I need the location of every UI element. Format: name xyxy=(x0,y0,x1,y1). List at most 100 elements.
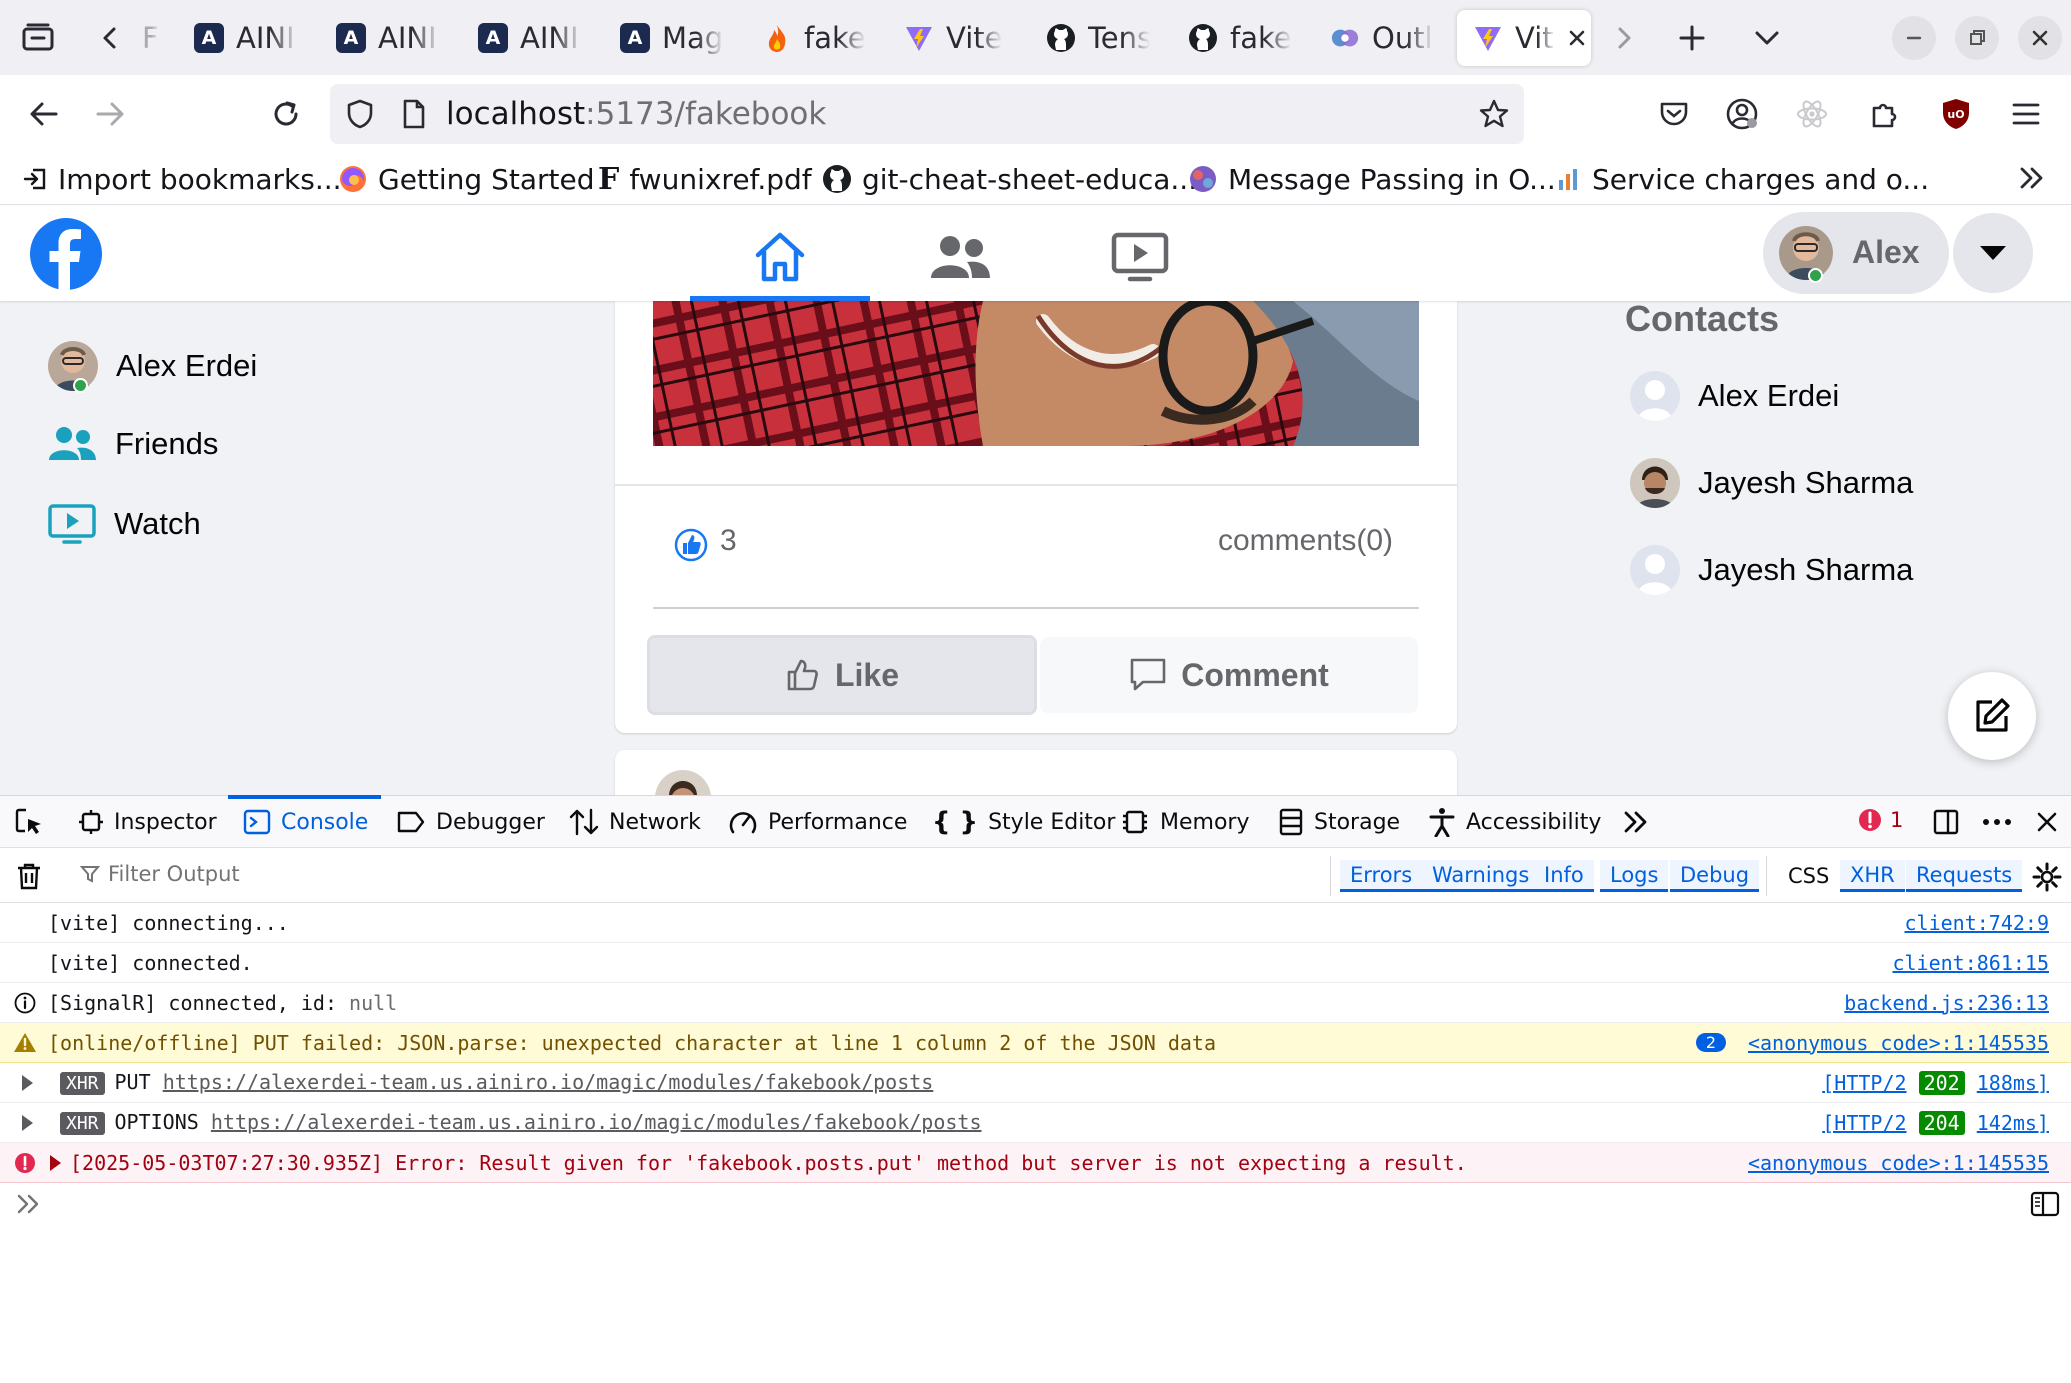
contact-item[interactable]: Jayesh Sharma xyxy=(1630,540,1913,600)
tab-2[interactable]: A AINIRO xyxy=(320,10,440,66)
tab-1[interactable]: A AINIRO xyxy=(178,10,298,66)
filter-debug[interactable]: Debug xyxy=(1670,860,1760,892)
facebook-logo[interactable] xyxy=(30,218,102,290)
console-settings-button[interactable] xyxy=(2032,862,2062,892)
bookmark-message-passing[interactable]: Message Passing in O... xyxy=(1188,160,1556,198)
account-menu-button[interactable] xyxy=(1953,213,2033,293)
extensions-icon[interactable] xyxy=(1864,94,1904,134)
tab-5[interactable]: fakebook xyxy=(746,10,866,66)
log-source-link[interactable]: <anonymous code>:1:145535 xyxy=(1748,1031,2049,1055)
filter-css[interactable]: CSS xyxy=(1778,860,1839,892)
console-message-xhr[interactable]: XHR OPTIONS https://alexerdei-team.us.ain… xyxy=(0,1103,2071,1143)
tab-memory[interactable]: Memory xyxy=(1120,796,1249,848)
restore-icon[interactable] xyxy=(1955,16,1999,60)
filter-output-input[interactable]: Filter Output xyxy=(80,862,240,886)
tab-debugger[interactable]: Debugger xyxy=(396,796,545,848)
dock-side-button[interactable] xyxy=(1932,796,1960,848)
list-all-tabs-icon[interactable] xyxy=(1745,16,1789,60)
console-message-log[interactable]: [vite] connecting... client:742:9 xyxy=(0,903,2071,943)
post-photo[interactable] xyxy=(653,301,1419,446)
close-devtools-button[interactable] xyxy=(2036,796,2058,848)
bookmark-git-cheat-sheet[interactable]: git-cheat-sheet-educa... xyxy=(822,160,1197,198)
tab-3[interactable]: A AINIRO xyxy=(462,10,582,66)
expand-triangle-icon[interactable] xyxy=(22,1115,33,1131)
tab-6[interactable]: Vite xyxy=(888,10,1008,66)
sidebar-item-friends[interactable]: Friends xyxy=(47,414,218,474)
filter-requests[interactable]: Requests xyxy=(1906,860,2023,892)
filter-errors[interactable]: Errors xyxy=(1340,860,1423,892)
back-icon[interactable] xyxy=(22,92,66,136)
compose-button[interactable] xyxy=(1948,672,2036,760)
url-text[interactable]: localhost:5173/fakebook xyxy=(446,96,826,132)
expand-triangle-icon[interactable] xyxy=(22,1075,33,1091)
bookmark-getting-started[interactable]: Getting Started xyxy=(338,160,594,198)
account-icon[interactable] xyxy=(1722,94,1762,134)
log-source-link[interactable]: client:861:15 xyxy=(1892,951,2049,975)
filter-logs[interactable]: Logs xyxy=(1600,860,1669,892)
request-status[interactable]: [HTTP/2 204 142ms] xyxy=(1822,1110,2049,1135)
tab-8[interactable]: fakebook xyxy=(1172,10,1292,66)
contact-item[interactable]: Jayesh Sharma xyxy=(1630,453,1913,513)
log-source-link[interactable]: client:742:9 xyxy=(1905,911,2050,935)
tabs-scroll-right-icon[interactable] xyxy=(1602,16,1646,60)
tab-10-active[interactable]: Vite xyxy=(1457,10,1591,66)
element-picker-button[interactable] xyxy=(14,796,44,848)
devtools-options-button[interactable] xyxy=(1982,796,2012,848)
comment-button[interactable]: Comment xyxy=(1040,637,1418,713)
error-count-badge[interactable]: 1 xyxy=(1858,808,1903,832)
tab-network[interactable]: Network xyxy=(569,796,701,848)
console-input[interactable] xyxy=(0,1183,2071,1227)
filter-xhr[interactable]: XHR xyxy=(1840,860,1905,892)
firefox-view-icon[interactable] xyxy=(16,16,60,60)
tab-performance[interactable]: Performance xyxy=(728,796,907,848)
nav-watch[interactable] xyxy=(1050,214,1230,300)
filter-info[interactable]: Info xyxy=(1534,860,1594,892)
more-tools-button[interactable] xyxy=(1622,796,1650,848)
tab-inspector[interactable]: Inspector xyxy=(78,796,217,848)
sidebar-item-watch[interactable]: Watch xyxy=(48,494,201,554)
minimize-icon[interactable] xyxy=(1892,16,1936,60)
tab-storage[interactable]: Storage xyxy=(1278,796,1400,848)
console-message-log[interactable]: [vite] connected. client:861:15 xyxy=(0,943,2071,983)
app-menu-icon[interactable] xyxy=(2006,94,2046,134)
ublock-origin-icon[interactable]: uO xyxy=(1936,94,1976,134)
bookmark-fwunixref[interactable]: F fwunixref.pdf xyxy=(598,160,812,198)
expand-triangle-icon[interactable] xyxy=(50,1155,61,1171)
filter-warnings[interactable]: Warnings xyxy=(1422,860,1540,892)
tab-accessibility[interactable]: Accessibility xyxy=(1428,796,1601,848)
react-devtools-icon[interactable] xyxy=(1792,94,1832,134)
bookmark-import[interactable]: Import bookmarks... xyxy=(22,160,342,198)
comments-count[interactable]: comments(0) xyxy=(1218,524,1393,558)
request-status[interactable]: [HTTP/2 202 188ms] xyxy=(1822,1070,2049,1095)
more-bookmarks-icon[interactable] xyxy=(2012,158,2052,198)
console-message-info[interactable]: [SignalR] connected, id: null backend.js… xyxy=(0,983,2071,1023)
bookmark-service-charges[interactable]: Service charges and o... xyxy=(1556,160,1929,198)
log-source-link[interactable]: backend.js:236:13 xyxy=(1844,991,2049,1015)
tab-0[interactable]: F xyxy=(126,10,178,66)
request-url[interactable]: https://alexerdei-team.us.ainiro.io/magi… xyxy=(211,1110,982,1134)
nav-friends[interactable] xyxy=(870,214,1050,300)
like-button[interactable]: Like xyxy=(647,635,1037,715)
close-window-icon[interactable] xyxy=(2018,16,2062,60)
tab-4[interactable]: A Magic xyxy=(604,10,724,66)
log-source-link[interactable]: <anonymous code>:1:145535 xyxy=(1748,1151,2049,1175)
nav-home[interactable] xyxy=(690,214,870,300)
new-tab-icon[interactable] xyxy=(1670,16,1714,60)
close-tab-icon[interactable] xyxy=(1567,28,1587,48)
request-url[interactable]: https://alexerdei-team.us.ainiro.io/magi… xyxy=(163,1070,934,1094)
forward-icon[interactable] xyxy=(88,92,132,136)
tab-console[interactable]: Console xyxy=(243,796,368,848)
clear-console-button[interactable] xyxy=(16,862,42,890)
console-message-xhr[interactable]: XHR PUT https://alexerdei-team.us.ainiro.… xyxy=(0,1063,2071,1103)
contact-item[interactable]: Alex Erdei xyxy=(1630,366,1839,426)
tab-7[interactable]: Tensor xyxy=(1030,10,1150,66)
tab-9[interactable]: Outline xyxy=(1314,10,1434,66)
reload-icon[interactable] xyxy=(264,92,308,136)
page-icon[interactable] xyxy=(394,94,434,134)
pocket-icon[interactable] xyxy=(1654,94,1694,134)
tab-style-editor[interactable]: { } Style Editor xyxy=(932,796,1115,848)
console-message-error[interactable]: [2025-05-03T07:27:30.935Z] Error: Result… xyxy=(0,1143,2071,1183)
shield-icon[interactable] xyxy=(340,94,380,134)
console-message-warning[interactable]: [online/offline] PUT failed: JSON.parse:… xyxy=(0,1023,2071,1063)
editor-mode-toggle[interactable] xyxy=(2030,1190,2060,1218)
